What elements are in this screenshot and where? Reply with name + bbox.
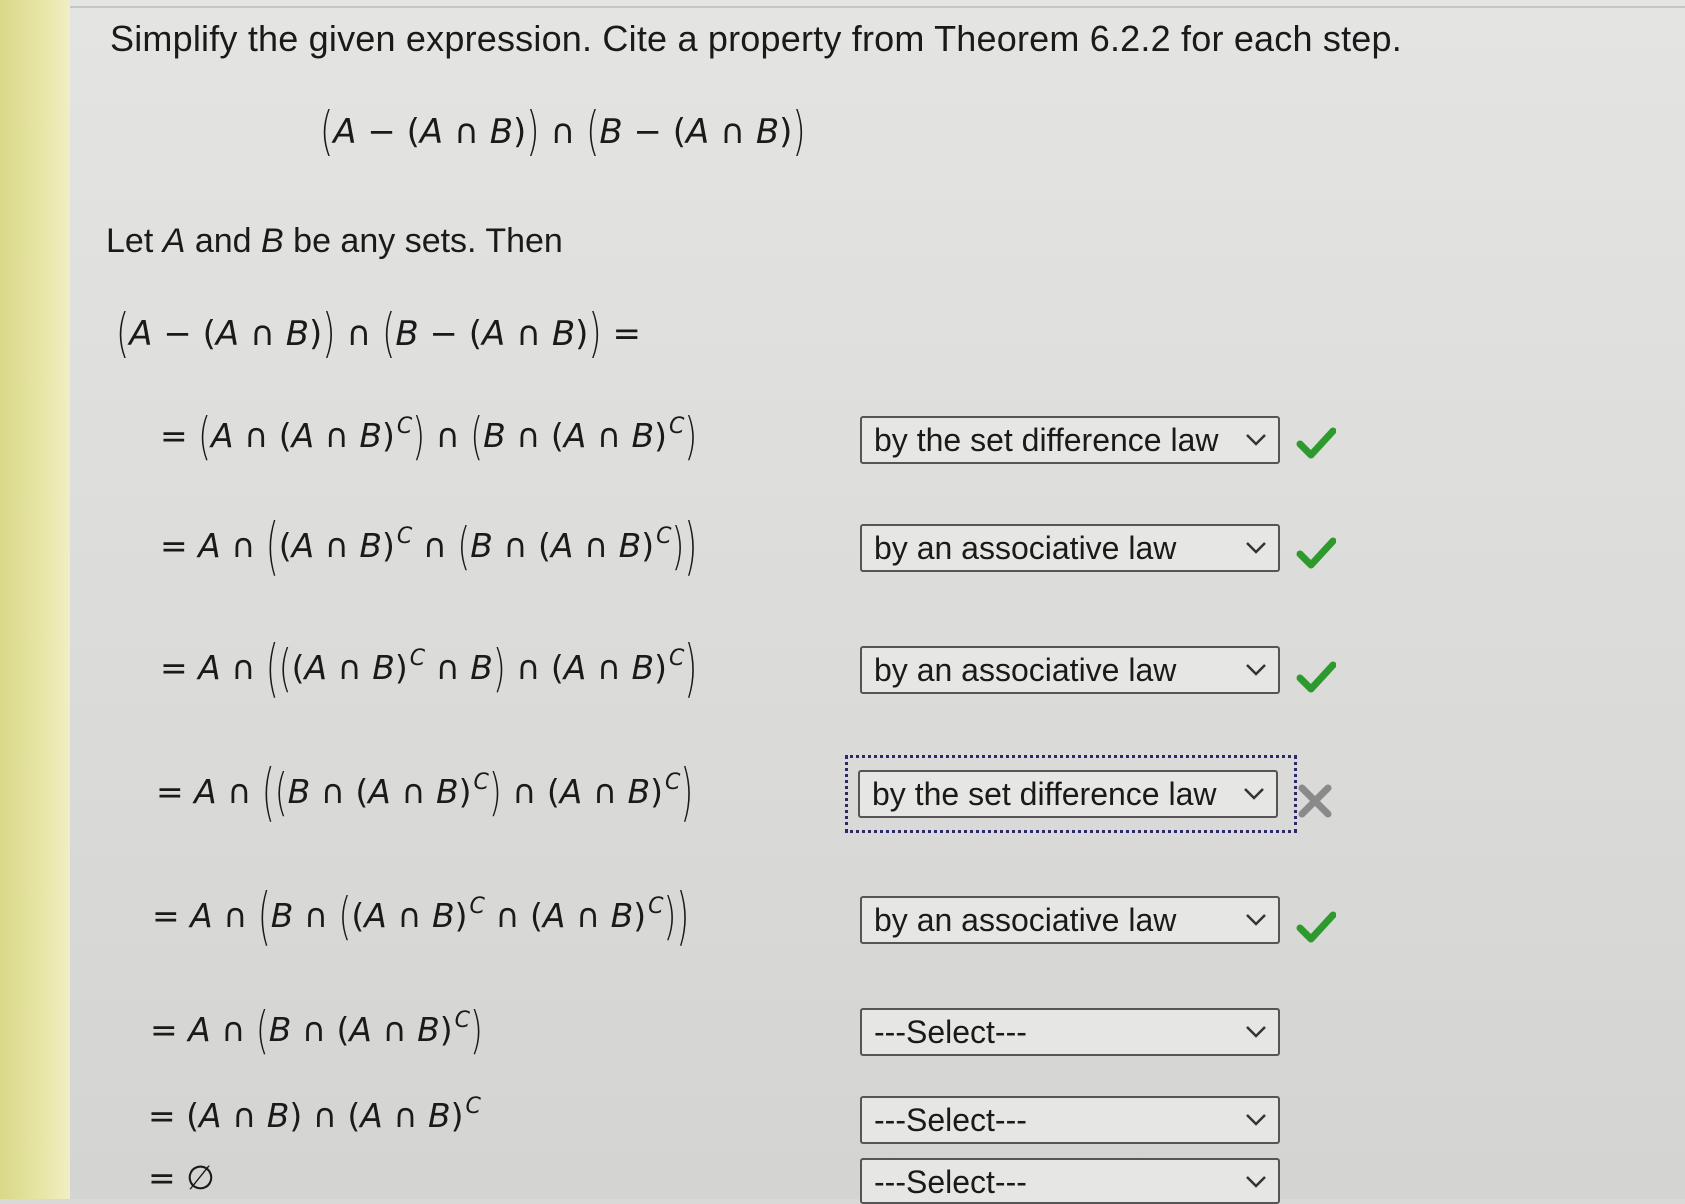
step-6-reason-dropdown[interactable]: ---Select---	[860, 1008, 1280, 1056]
green-checkmark-icon	[1296, 911, 1336, 943]
gray-x-icon	[1298, 784, 1332, 818]
step-5-expression: = A ∩ (B ∩ ((A ∩ B)C ∩ (A ∩ B)C))	[152, 878, 690, 953]
step-7-expression: = (A ∩ B) ∩ (A ∩ B)C	[148, 1094, 481, 1135]
step-1-expression: = (A ∩ (A ∩ B)C) ∩ (B ∩ (A ∩ B)C)	[160, 405, 698, 466]
step-7-reason-value: ---Select---	[874, 1102, 1027, 1138]
step-2-expression: = A ∩ ((A ∩ B)C ∩ (B ∩ (A ∩ B)C))	[160, 508, 698, 583]
step-4-reason-dropdown[interactable]: by the set difference law	[858, 770, 1278, 818]
step-8-expression: = ∅	[148, 1158, 215, 1197]
empty-set-symbol: ∅	[186, 1158, 215, 1197]
step-4-reason-value: by the set difference law	[872, 776, 1217, 812]
step-4-expression: = A ∩ ((B ∩ (A ∩ B)C) ∩ (A ∩ B)C)	[156, 754, 694, 829]
step-5-reason-value: by an associative law	[874, 902, 1177, 938]
step-7-reason-dropdown[interactable]: ---Select---	[860, 1096, 1280, 1144]
step-8-reason-dropdown[interactable]: ---Select---	[860, 1158, 1280, 1204]
step-3-reason-dropdown[interactable]: by an associative law	[860, 646, 1280, 694]
step-5-reason-dropdown[interactable]: by an associative law	[860, 896, 1280, 944]
given-expression: (A − (A ∩ B)) ∩ (B − (A ∩ B))	[320, 101, 806, 163]
let-statement: Let A and B be any sets. Then	[106, 222, 563, 260]
green-checkmark-icon	[1296, 427, 1336, 459]
step-1-reason-dropdown[interactable]: by the set difference law	[860, 416, 1280, 464]
step-6-reason-value: ---Select---	[874, 1014, 1027, 1050]
lhs-expression: (A − (A ∩ B)) ∩ (B − (A ∩ B)) =	[116, 303, 641, 365]
top-divider	[70, 6, 1685, 8]
step-8-reason-value: ---Select---	[874, 1164, 1027, 1200]
chevron-down-icon	[1246, 542, 1266, 554]
chevron-down-icon	[1246, 914, 1266, 926]
step-6-expression: = A ∩ (B ∩ (A ∩ B)C)	[150, 999, 483, 1060]
chevron-down-icon	[1246, 664, 1266, 676]
step-3-reason-value: by an associative law	[874, 652, 1177, 688]
chevron-down-icon	[1246, 1114, 1266, 1126]
green-checkmark-icon	[1296, 661, 1336, 693]
step-1-reason-value: by the set difference law	[874, 422, 1219, 458]
chevron-down-icon	[1246, 434, 1266, 446]
step-3-expression: = A ∩ (((A ∩ B)C ∩ B) ∩ (A ∩ B)C)	[160, 630, 698, 705]
step-2-reason-value: by an associative law	[874, 530, 1177, 566]
chevron-down-icon	[1246, 1026, 1266, 1038]
green-checkmark-icon	[1296, 537, 1336, 569]
step-2-reason-dropdown[interactable]: by an associative law	[860, 524, 1280, 572]
chevron-down-icon	[1246, 1176, 1266, 1188]
question-prompt: Simplify the given expression. Cite a pr…	[110, 18, 1402, 59]
chevron-down-icon	[1244, 788, 1264, 800]
left-margin-strip	[0, 0, 70, 1199]
